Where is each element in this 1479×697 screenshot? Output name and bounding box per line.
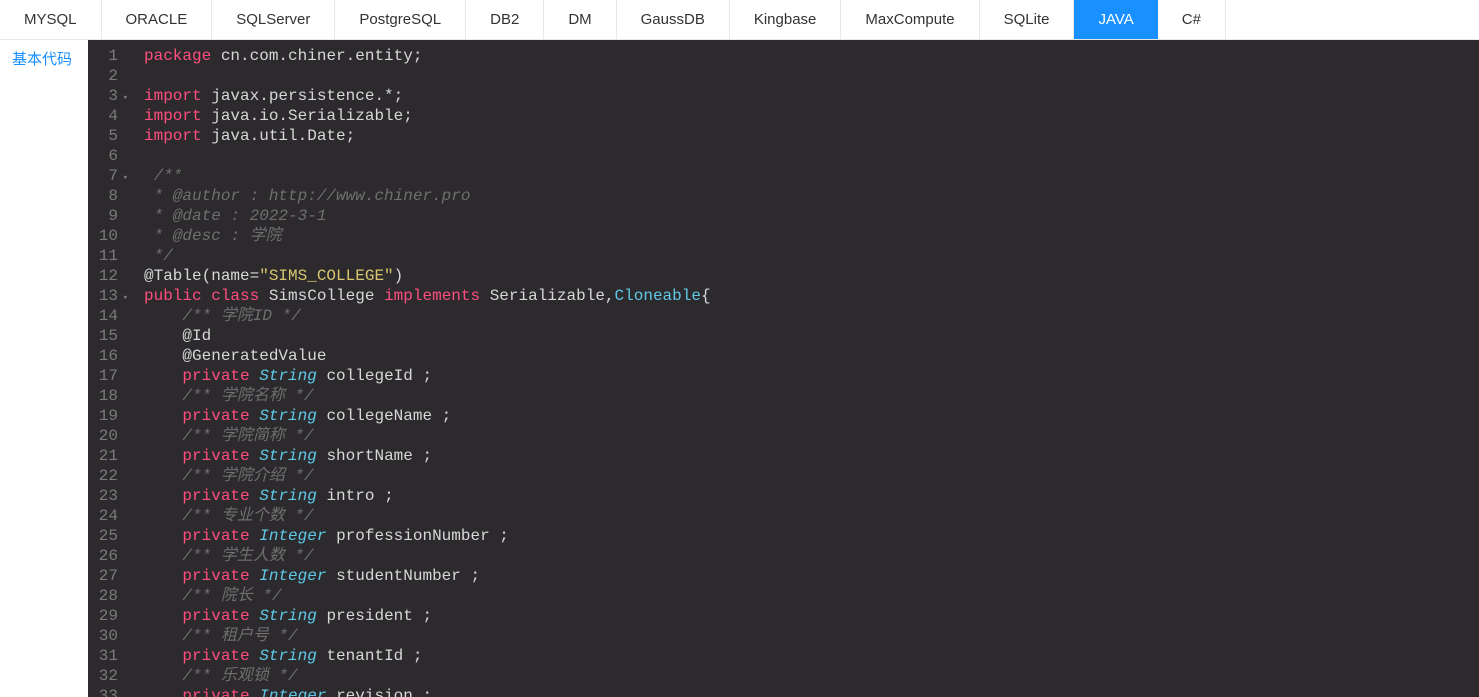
- code-line[interactable]: @Id: [144, 326, 918, 346]
- line-number: 24: [88, 506, 124, 526]
- code-line[interactable]: package cn.com.chiner.entity;: [144, 46, 918, 66]
- line-number: 32: [88, 666, 124, 686]
- code-line[interactable]: private String tenantId ;: [144, 646, 918, 666]
- right-panel: [918, 40, 1479, 697]
- code-line[interactable]: /** 院长 */: [144, 586, 918, 606]
- line-number: 28: [88, 586, 124, 606]
- tab-postgresql[interactable]: PostgreSQL: [335, 0, 466, 39]
- code-line[interactable]: import java.util.Date;: [144, 126, 918, 146]
- line-number: 4: [88, 106, 124, 126]
- line-number: 33: [88, 686, 124, 697]
- tab-oracle[interactable]: ORACLE: [102, 0, 213, 39]
- tab-sqlserver[interactable]: SQLServer: [212, 0, 335, 39]
- line-number: 2: [88, 66, 124, 86]
- code-line[interactable]: private String president ;: [144, 606, 918, 626]
- sidebar: 基本代码: [0, 40, 88, 697]
- line-number: 31: [88, 646, 124, 666]
- code-line[interactable]: private Integer professionNumber ;: [144, 526, 918, 546]
- code-line[interactable]: import java.io.Serializable;: [144, 106, 918, 126]
- tab-db2[interactable]: DB2: [466, 0, 544, 39]
- line-number: 22: [88, 466, 124, 486]
- line-number: 7: [88, 166, 124, 186]
- line-number: 27: [88, 566, 124, 586]
- code-line[interactable]: public class SimsCollege implements Seri…: [144, 286, 918, 306]
- line-number: 26: [88, 546, 124, 566]
- line-number: 8: [88, 186, 124, 206]
- code-line[interactable]: import javax.persistence.*;: [144, 86, 918, 106]
- line-number: 3: [88, 86, 124, 106]
- line-number: 12: [88, 266, 124, 286]
- code-line[interactable]: /** 学生人数 */: [144, 546, 918, 566]
- line-number: 30: [88, 626, 124, 646]
- line-number: 13: [88, 286, 124, 306]
- tab-mysql[interactable]: MYSQL: [0, 0, 102, 39]
- line-number: 10: [88, 226, 124, 246]
- code-line[interactable]: /** 乐观锁 */: [144, 666, 918, 686]
- gutter: 1234567891011121314151617181920212223242…: [88, 40, 134, 697]
- line-number: 9: [88, 206, 124, 226]
- code-line[interactable]: private String collegeId ;: [144, 366, 918, 386]
- tab-c#[interactable]: C#: [1158, 0, 1226, 39]
- code-line[interactable]: /**: [144, 166, 918, 186]
- line-number: 1: [88, 46, 124, 66]
- code-line[interactable]: @Table(name="SIMS_COLLEGE"): [144, 266, 918, 286]
- code-editor[interactable]: 1234567891011121314151617181920212223242…: [88, 40, 918, 697]
- code-line[interactable]: [144, 66, 918, 86]
- code-line[interactable]: /** 租户号 */: [144, 626, 918, 646]
- tab-bar: MYSQLORACLESQLServerPostgreSQLDB2DMGauss…: [0, 0, 1479, 40]
- line-number: 19: [88, 406, 124, 426]
- code-line[interactable]: [144, 146, 918, 166]
- line-number: 15: [88, 326, 124, 346]
- tab-java[interactable]: JAVA: [1074, 0, 1157, 39]
- tab-dm[interactable]: DM: [544, 0, 616, 39]
- tab-kingbase[interactable]: Kingbase: [730, 0, 842, 39]
- code-line[interactable]: private Integer studentNumber ;: [144, 566, 918, 586]
- line-number: 14: [88, 306, 124, 326]
- code-line[interactable]: */: [144, 246, 918, 266]
- code-line[interactable]: private String intro ;: [144, 486, 918, 506]
- code-line[interactable]: private String shortName ;: [144, 446, 918, 466]
- code-line[interactable]: /** 学院简称 */: [144, 426, 918, 446]
- line-number: 29: [88, 606, 124, 626]
- tab-maxcompute[interactable]: MaxCompute: [841, 0, 979, 39]
- line-number: 18: [88, 386, 124, 406]
- code-line[interactable]: /** 学院名称 */: [144, 386, 918, 406]
- code-line[interactable]: * @author : http://www.chiner.pro: [144, 186, 918, 206]
- code-line[interactable]: * @desc : 学院: [144, 226, 918, 246]
- code-line[interactable]: private String collegeName ;: [144, 406, 918, 426]
- line-number: 16: [88, 346, 124, 366]
- line-number: 21: [88, 446, 124, 466]
- main-area: 基本代码 12345678910111213141516171819202122…: [0, 40, 1479, 697]
- tab-sqlite[interactable]: SQLite: [980, 0, 1075, 39]
- sidebar-item-basic-code[interactable]: 基本代码: [12, 48, 76, 69]
- line-number: 25: [88, 526, 124, 546]
- line-number: 6: [88, 146, 124, 166]
- code-line[interactable]: private Integer revision ;: [144, 686, 918, 697]
- code-line[interactable]: /** 专业个数 */: [144, 506, 918, 526]
- code-line[interactable]: /** 学院介绍 */: [144, 466, 918, 486]
- code-line[interactable]: * @date : 2022-3-1: [144, 206, 918, 226]
- line-number: 11: [88, 246, 124, 266]
- line-number: 20: [88, 426, 124, 446]
- code-line[interactable]: /** 学院ID */: [144, 306, 918, 326]
- line-number: 5: [88, 126, 124, 146]
- tab-gaussdb[interactable]: GaussDB: [617, 0, 730, 39]
- line-number: 23: [88, 486, 124, 506]
- code-line[interactable]: @GeneratedValue: [144, 346, 918, 366]
- line-number: 17: [88, 366, 124, 386]
- code-content[interactable]: package cn.com.chiner.entity; import jav…: [134, 40, 918, 697]
